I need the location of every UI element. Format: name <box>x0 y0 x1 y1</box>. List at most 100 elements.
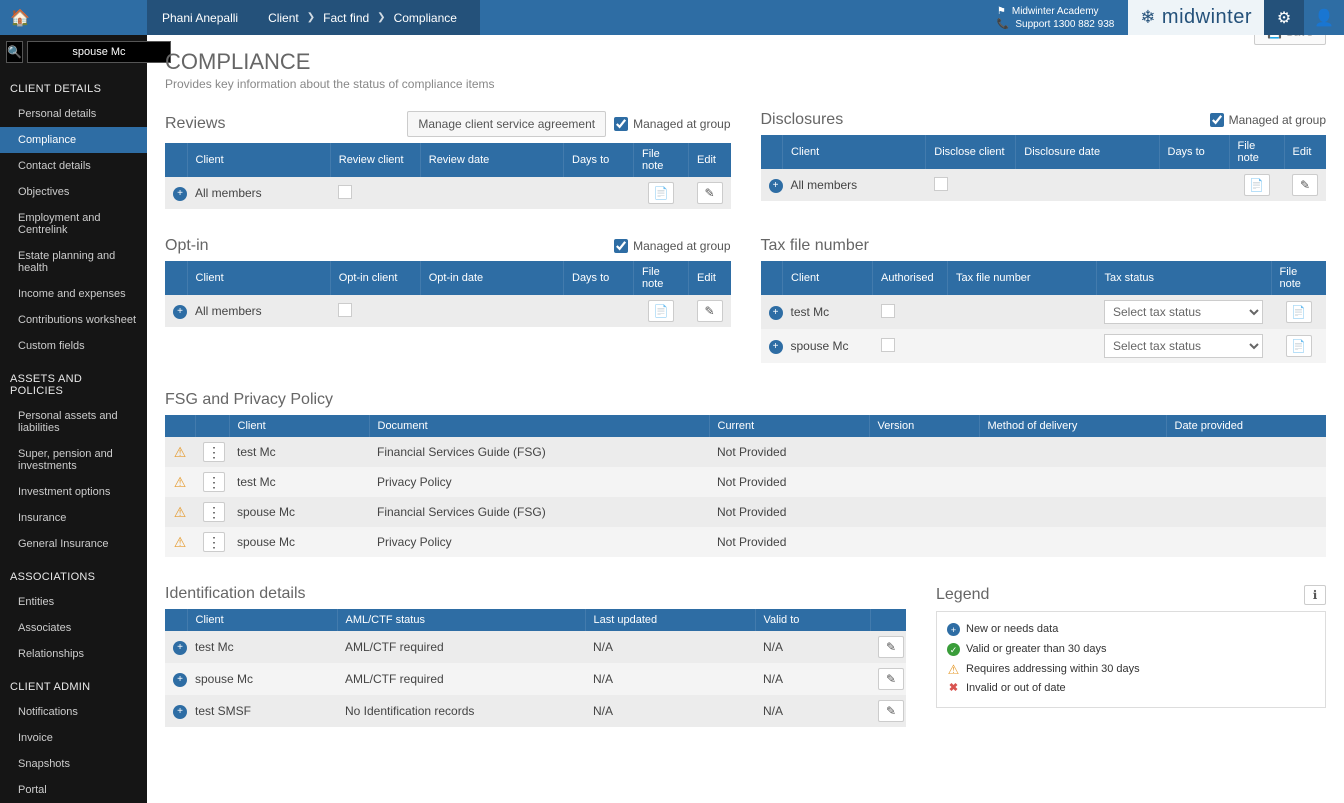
sidebar-item-income-and-expenses[interactable]: Income and expenses <box>0 281 147 307</box>
tfn-title: Tax file number <box>761 237 870 255</box>
tax-status-select[interactable]: Select tax status <box>1104 334 1263 358</box>
tax-status-select[interactable]: Select tax status <box>1104 300 1263 324</box>
legend-invalid-icon: ✖ <box>947 683 960 696</box>
disclose-client-checkbox[interactable] <box>934 177 948 191</box>
sidebar-item-associates[interactable]: Associates <box>0 615 147 641</box>
sidebar-item-employment-and-centrelink[interactable]: Employment and Centrelink <box>0 205 147 243</box>
optin-managed-group[interactable]: Managed at group <box>614 239 730 253</box>
tfn-table: ClientAuthorisedTax file numberTax statu… <box>761 261 1327 363</box>
legend-new-icon: + <box>947 623 960 636</box>
sidebar-item-investment-options[interactable]: Investment options <box>0 479 147 505</box>
support-info: ⚑Midwinter Academy 📞Support 1300 882 938 <box>983 5 1128 31</box>
sidebar-item-objectives[interactable]: Objectives <box>0 179 147 205</box>
sidebar-item-contact-details[interactable]: Contact details <box>0 153 147 179</box>
table-row: +spouse McSelect tax status📄 <box>761 329 1327 363</box>
reviews-managed-checkbox[interactable] <box>614 117 628 131</box>
sidebar-item-insurance[interactable]: Insurance <box>0 505 147 531</box>
settings-button[interactable]: ⚙ <box>1264 0 1304 35</box>
edit-button[interactable]: ✎ <box>697 182 723 204</box>
manage-agreement-button[interactable]: Manage client service agreement <box>407 111 606 137</box>
sidebar-group-header: ASSETS AND POLICIES <box>0 359 147 403</box>
snowflake-icon: ❄ <box>1140 7 1156 28</box>
crumb-client[interactable]: Client <box>268 11 299 25</box>
file-note-button[interactable]: 📄 <box>1286 335 1312 357</box>
sidebar-item-portal[interactable]: Portal <box>0 777 147 803</box>
expand-icon[interactable]: + <box>173 187 187 201</box>
sidebar-item-personal-assets-and-liabilities[interactable]: Personal assets and liabilities <box>0 403 147 441</box>
sidebar-item-snapshots[interactable]: Snapshots <box>0 751 147 777</box>
chevron-right-icon: ❯ <box>377 12 385 23</box>
review-client-checkbox[interactable] <box>338 185 352 199</box>
sidebar-group-header: ASSOCIATIONS <box>0 557 147 589</box>
sidebar-item-general-insurance[interactable]: General Insurance <box>0 531 147 557</box>
sidebar-item-notifications[interactable]: Notifications <box>0 699 147 725</box>
legend-info-button[interactable]: ℹ <box>1304 585 1326 605</box>
user-icon: 👤 <box>1314 8 1334 28</box>
page-title: COMPLIANCE <box>165 49 1326 75</box>
flag-icon: ⚑ <box>997 5 1006 18</box>
authorised-checkbox[interactable] <box>881 338 895 352</box>
save-button[interactable]: 💾 Save <box>1254 35 1326 45</box>
disclosures-managed-group[interactable]: Managed at group <box>1210 113 1326 127</box>
optin-managed-checkbox[interactable] <box>614 239 628 253</box>
warning-icon: ⚠ <box>174 534 187 550</box>
sidebar-item-super-pension-and-investments[interactable]: Super, pension and investments <box>0 441 147 479</box>
legend-panel: Legendℹ +New or needs data ✓Valid or gre… <box>936 585 1326 708</box>
sidebar-item-relationships[interactable]: Relationships <box>0 641 147 667</box>
expand-icon[interactable]: + <box>173 673 187 687</box>
edit-button[interactable]: ✎ <box>878 668 904 690</box>
topbar-home[interactable]: 🏠 <box>0 0 147 35</box>
row-menu-button[interactable]: ⋮ <box>203 442 225 462</box>
topbar-username[interactable]: Phani Anepalli <box>147 0 253 35</box>
optin-client-checkbox[interactable] <box>338 303 352 317</box>
reviews-managed-group[interactable]: Managed at group <box>614 117 730 131</box>
file-note-button[interactable]: 📄 <box>648 300 674 322</box>
row-menu-button[interactable]: ⋮ <box>203 502 225 522</box>
main-content: 💾 Save COMPLIANCE Provides key informati… <box>147 35 1344 803</box>
ident-title: Identification details <box>165 585 306 603</box>
table-row: + All members 📄 ✎ <box>165 295 731 327</box>
expand-icon[interactable]: + <box>173 641 187 655</box>
expand-icon[interactable]: + <box>173 705 187 719</box>
sidebar-item-invoice[interactable]: Invoice <box>0 725 147 751</box>
brand-logo[interactable]: ❄midwinter <box>1128 0 1264 35</box>
sidebar-item-personal-details[interactable]: Personal details <box>0 101 147 127</box>
edit-button[interactable]: ✎ <box>1292 174 1318 196</box>
chevron-right-icon: ❯ <box>307 12 315 23</box>
expand-icon[interactable]: + <box>769 306 783 320</box>
crumb-factfind[interactable]: Fact find <box>323 11 369 25</box>
reviews-panel: Reviews Manage client service agreement … <box>165 111 731 209</box>
file-note-button[interactable]: 📄 <box>1286 301 1312 323</box>
table-row: +test SMSFNo Identification recordsN/AN/… <box>165 695 906 727</box>
sidebar-item-estate-planning-and-health[interactable]: Estate planning and health <box>0 243 147 281</box>
disclosures-panel: Disclosures Managed at group ClientDiscl… <box>761 111 1327 209</box>
fsg-table: ClientDocumentCurrentVersionMethod of de… <box>165 415 1326 557</box>
sidebar-item-entities[interactable]: Entities <box>0 589 147 615</box>
edit-button[interactable]: ✎ <box>878 636 904 658</box>
sidebar-item-custom-fields[interactable]: Custom fields <box>0 333 147 359</box>
file-note-button[interactable]: 📄 <box>648 182 674 204</box>
topbar: 🏠 Phani Anepalli Client ❯ Fact find ❯ Comp… <box>0 0 1344 35</box>
edit-button[interactable]: ✎ <box>878 700 904 722</box>
disclosures-title: Disclosures <box>761 111 844 129</box>
row-menu-button[interactable]: ⋮ <box>203 532 225 552</box>
expand-icon[interactable]: + <box>173 305 187 319</box>
search-button[interactable]: 🔍 <box>6 41 23 63</box>
reviews-title: Reviews <box>165 115 225 133</box>
profile-button[interactable]: 👤 <box>1304 0 1344 35</box>
expand-icon[interactable]: + <box>769 179 783 193</box>
row-menu-button[interactable]: ⋮ <box>203 472 225 492</box>
authorised-checkbox[interactable] <box>881 304 895 318</box>
sidebar-item-compliance[interactable]: Compliance <box>0 127 147 153</box>
table-row: + All members 📄 ✎ <box>761 169 1327 201</box>
disclosures-managed-checkbox[interactable] <box>1210 113 1224 127</box>
edit-button[interactable]: ✎ <box>697 300 723 322</box>
reviews-table: ClientReview clientReview dateDays toFil… <box>165 143 731 209</box>
expand-icon[interactable]: + <box>769 340 783 354</box>
ident-table: ClientAML/CTF statusLast updatedValid to… <box>165 609 906 727</box>
warning-icon: ⚠ <box>174 504 187 520</box>
crumb-compliance[interactable]: Compliance <box>394 11 457 25</box>
fsg-panel: FSG and Privacy Policy ClientDocumentCur… <box>165 391 1326 557</box>
sidebar-item-contributions-worksheet[interactable]: Contributions worksheet <box>0 307 147 333</box>
file-note-button[interactable]: 📄 <box>1244 174 1270 196</box>
